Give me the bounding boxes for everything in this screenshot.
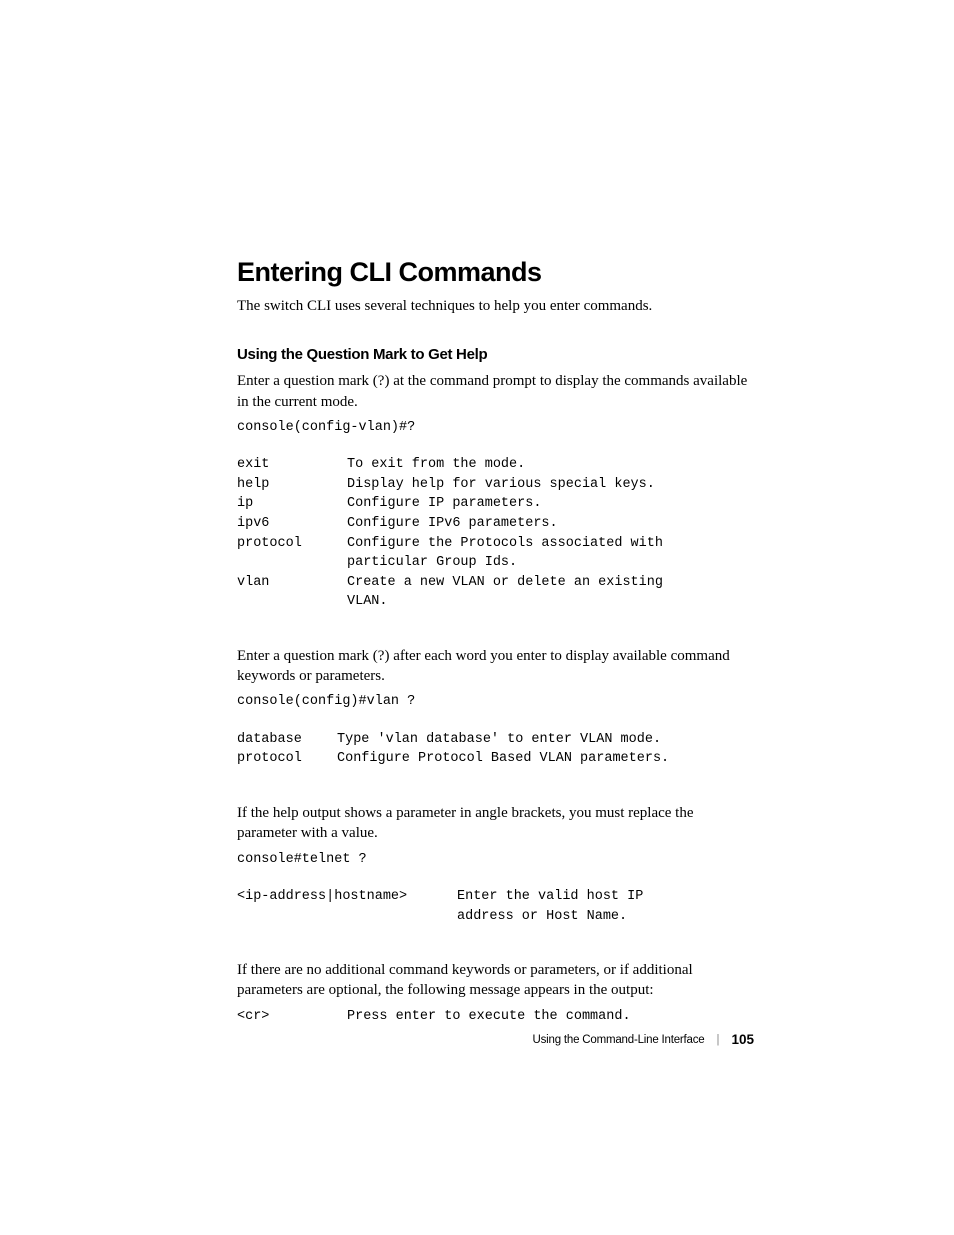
help-key: ip	[237, 494, 347, 514]
help-description: Type 'vlan database' to enter VLAN mode.	[337, 730, 661, 750]
help-key: protocol	[237, 534, 347, 573]
help-row: <ip-address|hostname> Enter the valid ho…	[237, 887, 754, 926]
paragraph-4: If there are no additional command keywo…	[237, 960, 754, 1001]
intro-paragraph: The switch CLI uses several techniques t…	[237, 296, 754, 316]
paragraph-3: If the help output shows a parameter in …	[237, 803, 754, 844]
footer-chapter-title: Using the Command-Line Interface	[533, 1034, 705, 1046]
paragraph-2: Enter a question mark (?) after each wor…	[237, 646, 754, 687]
help-output-4: <cr> Press enter to execute the command.	[237, 1007, 754, 1027]
help-key: database	[237, 730, 337, 750]
help-description: Display help for various special keys.	[347, 475, 655, 495]
help-key: <ip-address|hostname>	[237, 887, 457, 926]
help-row: protocol Configure the Protocols associa…	[237, 534, 754, 573]
sub-heading: Using the Question Mark to Get Help	[237, 346, 754, 363]
help-key: protocol	[237, 749, 337, 769]
help-key: <cr>	[237, 1007, 347, 1027]
help-row: ipv6 Configure IPv6 parameters.	[237, 514, 754, 534]
page-content: Entering CLI Commands The switch CLI use…	[0, 0, 954, 1026]
help-description: Configure IP parameters.	[347, 494, 541, 514]
help-row: exit To exit from the mode.	[237, 455, 754, 475]
help-output-3: <ip-address|hostname> Enter the valid ho…	[237, 887, 754, 926]
page-footer: Using the Command-Line Interface | 105	[533, 1032, 754, 1047]
help-row: database Type 'vlan database' to enter V…	[237, 730, 754, 750]
code-example-2: console(config)#vlan ?	[237, 692, 754, 712]
help-description: Configure IPv6 parameters.	[347, 514, 558, 534]
help-description: Create a new VLAN or delete an existing …	[347, 573, 687, 612]
help-description: To exit from the mode.	[347, 455, 525, 475]
help-output-2: database Type 'vlan database' to enter V…	[237, 730, 754, 769]
help-key: exit	[237, 455, 347, 475]
help-row: help Display help for various special ke…	[237, 475, 754, 495]
help-description: Configure Protocol Based VLAN parameters…	[337, 749, 669, 769]
code-example-3: console#telnet ?	[237, 850, 754, 870]
help-row: vlan Create a new VLAN or delete an exis…	[237, 573, 754, 612]
help-key: help	[237, 475, 347, 495]
help-description: Enter the valid host IP address or Host …	[457, 887, 677, 926]
help-key: vlan	[237, 573, 347, 612]
main-heading: Entering CLI Commands	[237, 257, 754, 288]
help-description: Press enter to execute the command.	[347, 1007, 631, 1027]
footer-separator: |	[716, 1034, 719, 1046]
help-row: protocol Configure Protocol Based VLAN p…	[237, 749, 754, 769]
help-key: ipv6	[237, 514, 347, 534]
help-row: <cr> Press enter to execute the command.	[237, 1007, 754, 1027]
footer-page-number: 105	[731, 1032, 754, 1047]
help-row: ip Configure IP parameters.	[237, 494, 754, 514]
help-description: Configure the Protocols associated with …	[347, 534, 687, 573]
help-output-1: exit To exit from the mode. help Display…	[237, 455, 754, 612]
code-example-1: console(config-vlan)#?	[237, 418, 754, 438]
paragraph-1: Enter a question mark (?) at the command…	[237, 371, 754, 412]
